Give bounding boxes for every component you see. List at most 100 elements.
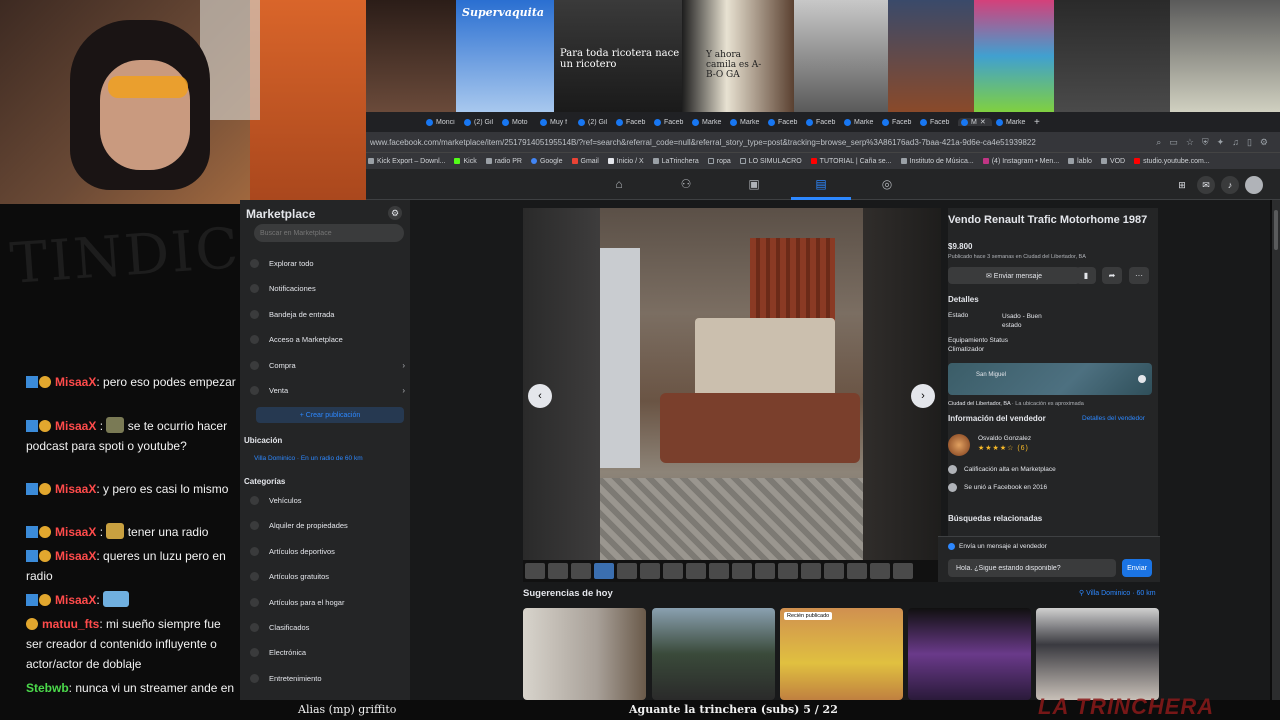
browser-tab[interactable]: Muy f [540, 118, 574, 126]
marketplace-icon[interactable]: ▤ [791, 174, 851, 200]
browser-tab-active[interactable]: M ✕ [958, 118, 992, 126]
previous-photo-button[interactable]: ‹ [528, 384, 552, 408]
bookmark-star-icon[interactable]: ☆ [1186, 137, 1194, 148]
browser-tab[interactable]: (2) Gil [578, 118, 612, 126]
settings-icon[interactable]: ⚙ [1260, 137, 1268, 148]
suggestion-card[interactable]: Recién publicado [780, 608, 903, 700]
bookmark-item[interactable]: radio PR [485, 158, 522, 165]
share-icon[interactable]: ➦ [1102, 267, 1122, 284]
cast-icon[interactable]: ▭ [1169, 137, 1178, 148]
gear-icon[interactable]: ⚙ [388, 206, 402, 220]
save-bookmark-icon[interactable]: ▮ [1076, 267, 1096, 284]
category-deportivos[interactable]: Artículos deportivos [250, 543, 405, 559]
filmstrip-thumb[interactable] [755, 563, 775, 579]
category-entretenimiento[interactable]: Entretenimiento [250, 670, 405, 686]
suggestion-card[interactable] [1036, 608, 1159, 700]
bookmark-item[interactable]: Kick [454, 158, 477, 165]
close-icon[interactable]: ✕ [980, 118, 986, 126]
more-options-icon[interactable]: ··· [1129, 267, 1149, 284]
browser-tab[interactable]: Marke [692, 118, 726, 126]
bookmark-item[interactable]: Google [530, 158, 563, 165]
category-alquiler[interactable]: Alquiler de propiedades [250, 517, 405, 533]
browser-tab[interactable]: Faceb [654, 118, 688, 126]
photo-filmstrip[interactable] [523, 560, 941, 582]
browser-tab[interactable]: Marke [844, 118, 878, 126]
message-input[interactable] [948, 559, 1116, 577]
filmstrip-thumb[interactable] [640, 563, 660, 579]
category-gratuitos[interactable]: Artículos gratuitos [250, 568, 405, 584]
filmstrip-thumb[interactable] [824, 563, 844, 579]
browser-tab[interactable]: (2) Gil [464, 118, 498, 126]
profile-avatar[interactable] [1245, 176, 1263, 194]
filmstrip-thumb[interactable] [778, 563, 798, 579]
music-icon[interactable]: ♫ [1232, 137, 1239, 148]
thumbnail-camila[interactable]: Y ahora camila es A-B-O GA [682, 0, 794, 112]
browser-tab[interactable]: Monci [426, 118, 460, 126]
send-message-button[interactable]: ✉ Enviar mensaje [948, 267, 1080, 284]
location-map[interactable]: San Miguel [948, 363, 1152, 395]
notifications-icon[interactable]: ♪ [1221, 176, 1239, 194]
thumbnail-7[interactable] [974, 0, 1054, 112]
sidebar-item-notificaciones[interactable]: Notificaciones [250, 280, 405, 296]
bookmark-item[interactable]: (4) Instagram • Men... [982, 158, 1059, 165]
suggestion-card[interactable] [652, 608, 775, 700]
category-clasificados[interactable]: Clasificados [250, 619, 405, 635]
zoom-icon[interactable]: ⌕ [1156, 137, 1161, 148]
thumbnail-ricotera[interactable]: Para toda ricotera nace un ricotero [554, 0, 682, 112]
info-icon[interactable] [1138, 375, 1146, 383]
sidebar-item-acceso[interactable]: Acceso a Marketplace [250, 331, 405, 347]
thumbnail-1[interactable] [366, 0, 456, 112]
bookmark-item[interactable]: LaTrinchera [652, 158, 699, 165]
messenger-icon[interactable]: ✉ [1197, 176, 1215, 194]
bookmark-item[interactable]: Kick Export – Downl... [368, 158, 445, 165]
category-hogar[interactable]: Artículos para el hogar [250, 594, 405, 610]
thumbnail-5[interactable] [794, 0, 888, 112]
browser-tab[interactable]: Marke [730, 118, 764, 126]
extensions-icon[interactable]: ✦ [1217, 137, 1225, 148]
filmstrip-thumb[interactable] [801, 563, 821, 579]
browser-tab[interactable]: Moto [502, 118, 536, 126]
bookmark-item[interactable]: LO SIMULACRO [739, 158, 802, 165]
browser-tab[interactable]: Faceb [768, 118, 802, 126]
bookmark-item[interactable]: Gmail [571, 158, 599, 165]
seller-details-link[interactable]: Detalles del vendedor [1082, 415, 1145, 422]
scrollbar-thumb[interactable] [1274, 210, 1278, 250]
thumbnail-supervaquita[interactable]: Supervaquita [456, 0, 554, 112]
sidebar-item-compra[interactable]: Compra › [250, 357, 405, 373]
home-icon[interactable]: ⌂ [609, 174, 629, 194]
filmstrip-thumb[interactable] [686, 563, 706, 579]
bookmark-item[interactable]: TUTORIAL | Caña se... [810, 158, 892, 165]
menu-grid-icon[interactable]: ⊞ [1173, 176, 1191, 194]
thumbnail-8[interactable] [1054, 0, 1170, 112]
seller-avatar[interactable] [948, 434, 970, 456]
new-tab-icon[interactable]: + [1034, 117, 1040, 128]
suggestions-location[interactable]: ⚲ Villa Dominico · 60 km [1079, 589, 1156, 597]
category-vehiculos[interactable]: Vehículos [250, 492, 405, 508]
thumbnail-6[interactable] [888, 0, 974, 112]
filmstrip-thumb[interactable] [525, 563, 545, 579]
search-input[interactable] [254, 224, 404, 242]
bookmark-item[interactable]: studio.youtube.com... [1134, 158, 1210, 165]
sidebar-icon[interactable]: ▯ [1247, 137, 1252, 148]
filmstrip-thumb[interactable] [617, 563, 637, 579]
browser-tab[interactable]: Faceb [616, 118, 650, 126]
filmstrip-thumb[interactable] [571, 563, 591, 579]
category-electronica[interactable]: Electrónica [250, 644, 405, 660]
browser-tab[interactable]: Faceb [920, 118, 954, 126]
filmstrip-thumb[interactable] [594, 563, 614, 579]
create-listing-button[interactable]: + Crear publicación [256, 407, 404, 423]
bookmark-item[interactable]: ropa [707, 158, 731, 165]
suggestion-card[interactable] [908, 608, 1031, 700]
location-link[interactable]: Villa Dominico · En un radio de 60 km [254, 455, 363, 462]
page-scrollbar[interactable] [1272, 200, 1280, 700]
filmstrip-thumb[interactable] [548, 563, 568, 579]
filmstrip-thumb[interactable] [709, 563, 729, 579]
sidebar-item-venta[interactable]: Venta › [250, 382, 405, 398]
bookmark-item[interactable]: lablo [1068, 158, 1092, 165]
filmstrip-thumb[interactable] [847, 563, 867, 579]
filmstrip-thumb[interactable] [732, 563, 752, 579]
bookmark-item[interactable]: VOD [1100, 158, 1125, 165]
friends-icon[interactable]: ⚇ [676, 174, 696, 194]
address-bar[interactable]: www.facebook.com/marketplace/item/251791… [366, 132, 1280, 152]
bookmark-item[interactable]: Instituto de Música... [900, 158, 974, 165]
